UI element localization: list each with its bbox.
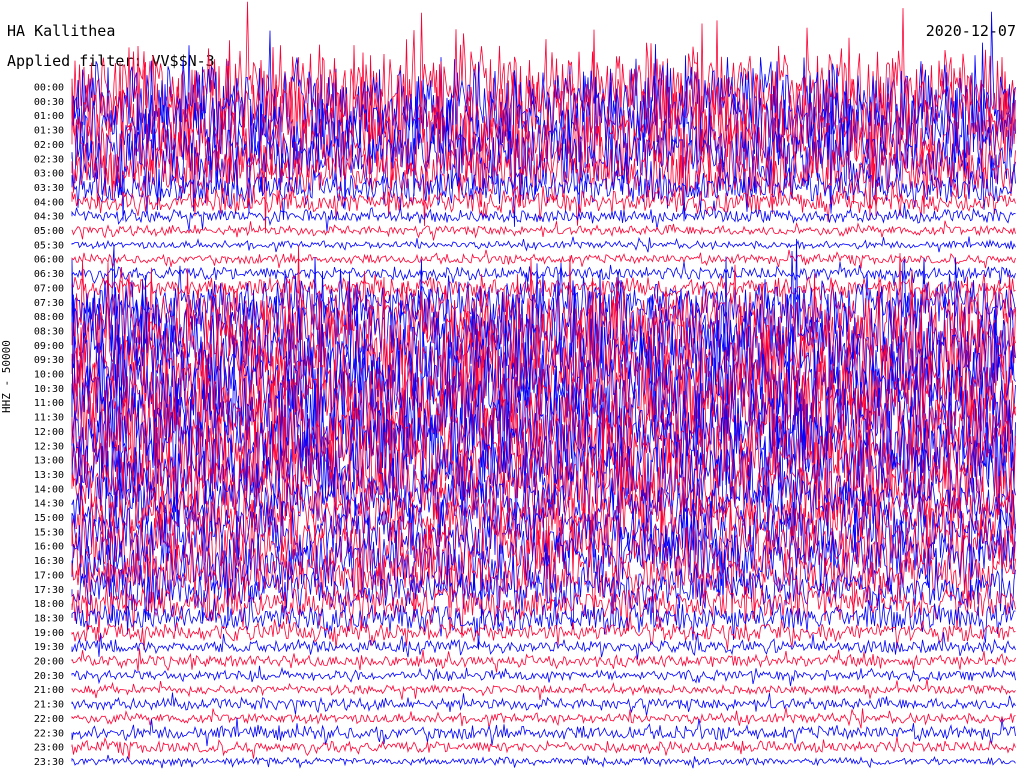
time-tick-label: 00:00 [34, 83, 64, 94]
time-tick-label: 00:30 [34, 97, 64, 108]
time-tick-label: 19:00 [34, 628, 64, 639]
time-tick-label: 12:30 [34, 441, 64, 452]
time-tick-label: 05:30 [34, 240, 64, 251]
trace-line [71, 261, 1016, 286]
time-tick-label: 14:30 [34, 499, 64, 510]
time-tick-label: 22:30 [34, 728, 64, 739]
time-tick-label: 06:30 [34, 269, 64, 280]
time-tick-label: 11:30 [34, 413, 64, 424]
time-label-layer: 00:00 00:30 01:00 01:30 02:00 02:30 03:00 03:30… [34, 83, 64, 768]
trace-layer [71, 1, 1016, 769]
time-tick-label: 07:00 [34, 283, 64, 294]
time-tick-label: 20:00 [34, 657, 64, 668]
time-tick-label: 06:00 [34, 255, 64, 266]
time-tick-label: 01:30 [34, 126, 64, 137]
time-tick-label: 16:30 [34, 556, 64, 567]
time-tick-label: 05:00 [34, 226, 64, 237]
trace-line [71, 249, 1016, 269]
time-tick-label: 16:00 [34, 542, 64, 553]
time-tick-label: 15:00 [34, 513, 64, 524]
time-tick-label: 23:00 [34, 743, 64, 754]
time-tick-label: 21:00 [34, 685, 64, 696]
trace-line [71, 632, 1016, 660]
time-tick-label: 23:30 [34, 757, 64, 768]
time-tick-label: 21:30 [34, 700, 64, 711]
time-tick-label: 18:30 [34, 613, 64, 624]
time-tick-label: 08:30 [34, 326, 64, 337]
time-tick-label: 17:30 [34, 585, 64, 596]
time-tick-label: 10:00 [34, 370, 64, 381]
time-tick-label: 04:00 [34, 197, 64, 208]
time-tick-label: 13:30 [34, 470, 64, 481]
trace-line [71, 679, 1016, 701]
trace-line [71, 717, 1016, 747]
time-tick-label: 13:00 [34, 456, 64, 467]
trace-line [71, 692, 1016, 716]
time-tick-label: 22:00 [34, 714, 64, 725]
time-tick-label: 17:00 [34, 570, 64, 581]
time-tick-label: 15:30 [34, 527, 64, 538]
time-tick-label: 20:30 [34, 671, 64, 682]
trace-line [71, 648, 1016, 673]
time-tick-label: 02:00 [34, 140, 64, 151]
time-tick-label: 02:30 [34, 154, 64, 165]
trace-line [71, 754, 1016, 769]
trace-line [71, 665, 1016, 687]
seismogram-plot: 00:00 00:30 01:00 01:30 02:00 02:30 03:00 03:30… [34, 1, 1016, 769]
time-tick-label: 18:00 [34, 599, 64, 610]
time-tick-label: 08:00 [34, 312, 64, 323]
time-tick-label: 01:00 [34, 111, 64, 122]
time-tick-label: 03:00 [34, 169, 64, 180]
time-tick-label: 07:30 [34, 298, 64, 309]
trace-line [71, 236, 1016, 253]
time-tick-label: 04:30 [34, 212, 64, 223]
trace-line [71, 736, 1016, 760]
time-tick-label: 12:00 [34, 427, 64, 438]
trace-line [71, 707, 1016, 729]
time-tick-label: 14:00 [34, 484, 64, 495]
trace-line [71, 200, 1016, 232]
time-tick-label: 10:30 [34, 384, 64, 395]
time-tick-label: 03:30 [34, 183, 64, 194]
time-tick-label: 09:00 [34, 341, 64, 352]
time-tick-label: 19:30 [34, 642, 64, 653]
time-tick-label: 11:00 [34, 398, 64, 409]
time-tick-label: 09:30 [34, 355, 64, 366]
trace-line [71, 220, 1016, 241]
trace-line [71, 588, 1016, 650]
